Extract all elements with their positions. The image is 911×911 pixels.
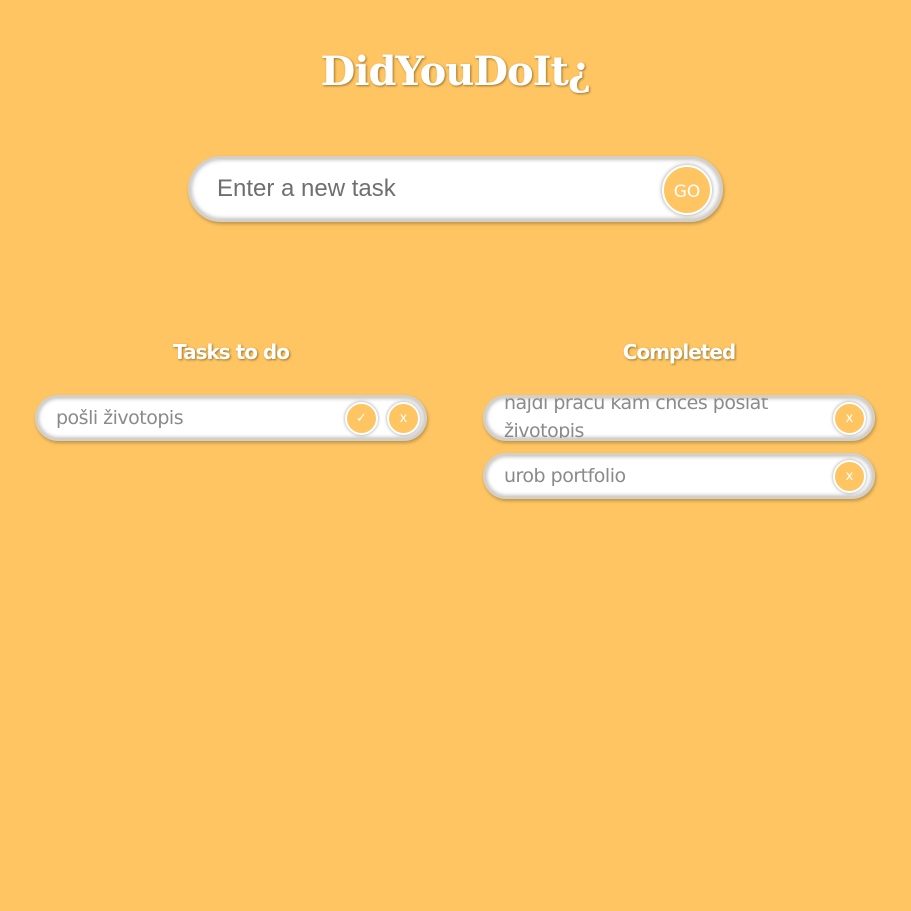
new-task-form: GO [188, 156, 723, 222]
todo-item-text: pošli životopis [56, 407, 184, 429]
complete-task-button[interactable]: ✓ [345, 402, 378, 435]
delete-task-button[interactable]: x [387, 402, 420, 435]
todo-item: pošli životopis ✓ x [35, 395, 427, 441]
app-title: DidYouDoIt¿ [320, 48, 592, 95]
go-button[interactable]: GO [662, 165, 712, 215]
completed-item-text: urob portfolio [504, 465, 626, 487]
delete-completed-button[interactable]: x [833, 402, 866, 435]
todo-heading: Tasks to do [173, 340, 290, 364]
new-task-input[interactable] [217, 169, 647, 209]
completed-item: urob portfolio x [483, 453, 875, 499]
completed-item: nájdi prácu kam chceš poslať životopis x [483, 395, 875, 441]
delete-completed-button[interactable]: x [833, 460, 866, 493]
completed-item-text: nájdi prácu kam chceš poslať životopis [504, 395, 768, 441]
completed-heading: Completed [622, 340, 736, 364]
